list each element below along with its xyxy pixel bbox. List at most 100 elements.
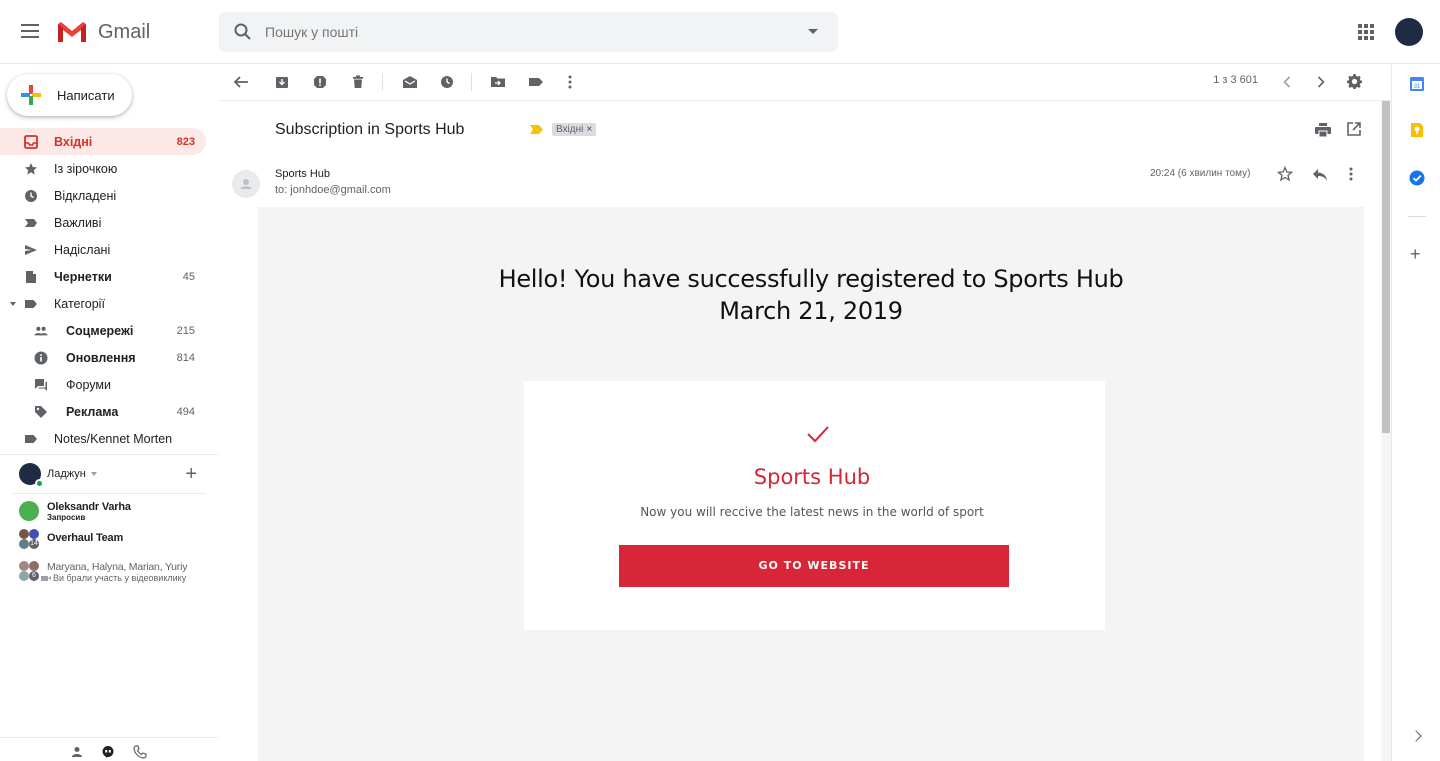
- sidebar-item-starred[interactable]: Із зірочкою: [0, 155, 219, 182]
- forum-icon: [34, 378, 48, 392]
- email-heading: Hello! You have successfully registered …: [258, 263, 1364, 327]
- sender-name[interactable]: Sports Hub: [275, 168, 330, 180]
- open-in-new-window-icon[interactable]: [1347, 122, 1361, 136]
- gmail-logo[interactable]: Gmail: [56, 20, 150, 44]
- video-call-icon: [41, 575, 51, 581]
- app-header: Gmail: [0, 0, 1440, 64]
- chevron-right-icon[interactable]: [1410, 730, 1422, 742]
- phone-icon[interactable]: [133, 745, 147, 759]
- label-icon: [24, 297, 38, 311]
- delete-icon[interactable]: [348, 72, 368, 92]
- more-options-icon[interactable]: [560, 72, 580, 92]
- search-bar[interactable]: [219, 12, 838, 52]
- sidebar-item-categories[interactable]: Категорії: [0, 290, 219, 317]
- label-as-icon[interactable]: [526, 72, 546, 92]
- archive-icon[interactable]: [272, 72, 292, 92]
- get-addons-plus-icon[interactable]: +: [1410, 244, 1421, 265]
- expand-arrow-icon[interactable]: [10, 301, 16, 306]
- app-name: Gmail: [98, 20, 151, 43]
- account-avatar[interactable]: [1395, 18, 1423, 46]
- sidebar-item-promotions[interactable]: Реклама 494: [0, 398, 219, 425]
- back-icon[interactable]: [231, 72, 251, 92]
- sidebar-item-label: Оновлення: [66, 350, 136, 365]
- settings-gear-icon[interactable]: [1345, 72, 1365, 92]
- sidebar-item-notes[interactable]: Notes/Kennet Morten: [0, 425, 219, 452]
- remove-label-icon[interactable]: ×: [586, 124, 592, 135]
- recipient-line[interactable]: to: jonhdoe@gmail.com: [275, 184, 391, 196]
- mark-unread-icon[interactable]: [400, 72, 420, 92]
- sidebar-item-label: Категорії: [54, 296, 105, 311]
- email-subject: Subscription in Sports Hub: [275, 121, 465, 138]
- contact-item[interactable]: 6 Maryana, Halyna, Marian, Yuriy Ви брал…: [0, 561, 219, 583]
- search-input[interactable]: [265, 24, 785, 40]
- hangouts-invite-avatar: [19, 501, 39, 521]
- contact-item[interactable]: Oleksandr Varha Запросив: [0, 501, 219, 522]
- message-view: Subscription in Sports Hub Вхідні × Spor…: [219, 101, 1381, 761]
- heading-line-1: Hello! You have successfully registered …: [498, 265, 1124, 293]
- info-icon: [34, 351, 48, 365]
- contact-name: Maryana, Halyna, Marian, Yuriy: [47, 561, 188, 573]
- chevron-left-icon[interactable]: [1277, 72, 1297, 92]
- clock-icon: [24, 189, 38, 203]
- sender-avatar[interactable]: [232, 170, 260, 198]
- reply-icon[interactable]: [1312, 168, 1328, 182]
- confirmation-card: Sports Hub Now you will reccive the late…: [524, 381, 1105, 630]
- hangouts-icon[interactable]: [101, 745, 115, 759]
- more-options-icon[interactable]: [1349, 167, 1353, 181]
- add-chat-icon[interactable]: +: [185, 463, 197, 486]
- hangouts-user[interactable]: Ладжун +: [0, 459, 219, 489]
- send-icon: [24, 243, 38, 257]
- person-icon[interactable]: [70, 745, 84, 759]
- hangouts-user-name: Ладжун: [47, 468, 86, 480]
- report-spam-icon[interactable]: [310, 72, 330, 92]
- go-to-website-button[interactable]: GO TO WEBSITE: [619, 545, 1009, 587]
- sidebar-item-label: Соцмережі: [66, 323, 134, 338]
- sidebar-item-social[interactable]: Соцмережі 215: [0, 317, 219, 344]
- important-icon: [24, 216, 38, 230]
- tag-icon: [34, 405, 48, 419]
- draft-count: 45: [182, 270, 195, 283]
- sidebar-item-sent[interactable]: Надіслані: [0, 236, 219, 263]
- move-to-icon[interactable]: [488, 72, 508, 92]
- member-count-badge: 6: [29, 571, 39, 581]
- star-icon: [24, 162, 38, 176]
- contact-name: Overhaul Team: [47, 532, 124, 544]
- important-marker-icon[interactable]: [530, 125, 543, 134]
- sidebar-item-label: Надіслані: [54, 242, 111, 257]
- star-icon[interactable]: [1277, 166, 1293, 182]
- inbox-label-chip[interactable]: Вхідні ×: [552, 123, 597, 136]
- snooze-icon[interactable]: [437, 72, 457, 92]
- search-icon[interactable]: [233, 22, 253, 42]
- label-icon: [24, 432, 38, 446]
- compose-button[interactable]: Написати: [7, 74, 132, 116]
- google-apps-icon[interactable]: [1358, 24, 1374, 40]
- search-options-dropdown-icon[interactable]: [808, 29, 818, 34]
- calendar-icon[interactable]: 31: [1409, 76, 1425, 92]
- sidebar-item-important[interactable]: Важливі: [0, 209, 219, 236]
- print-icon[interactable]: [1315, 123, 1331, 137]
- scrollbar-thumb[interactable]: [1382, 101, 1390, 433]
- keep-icon[interactable]: [1409, 122, 1425, 138]
- contact-status: Ви брали участь у відеовиклику: [53, 573, 187, 583]
- contact-name: Oleksandr Varha: [47, 501, 131, 513]
- gmail-m-icon: [58, 22, 86, 42]
- sidebar-item-snoozed[interactable]: Відкладені: [0, 182, 219, 209]
- left-sidebar: Написати Вхідні 823 Із зірочкою Відкладе…: [0, 64, 219, 761]
- compose-plus-icon: [21, 85, 41, 105]
- message-scrollbar[interactable]: [1381, 101, 1391, 761]
- main-menu-icon[interactable]: [18, 20, 42, 44]
- chevron-right-icon[interactable]: [1311, 72, 1331, 92]
- sidebar-item-inbox[interactable]: Вхідні 823: [0, 128, 206, 155]
- sidebar-item-forums[interactable]: Форуми: [0, 371, 219, 398]
- sidebar-item-updates[interactable]: Оновлення 814: [0, 344, 219, 371]
- divider: [13, 493, 206, 494]
- contact-status: Запросив: [47, 513, 86, 522]
- contact-item[interactable]: 14 Overhaul Team: [0, 529, 219, 549]
- unread-count: 823: [176, 135, 195, 148]
- sidebar-item-drafts[interactable]: Чернетки 45: [0, 263, 219, 290]
- tasks-icon[interactable]: [1409, 170, 1425, 186]
- checkmark-icon: [807, 426, 829, 443]
- sidebar-item-label: Форуми: [66, 377, 111, 392]
- compose-label: Написати: [57, 87, 115, 103]
- chevron-down-icon[interactable]: [90, 472, 97, 476]
